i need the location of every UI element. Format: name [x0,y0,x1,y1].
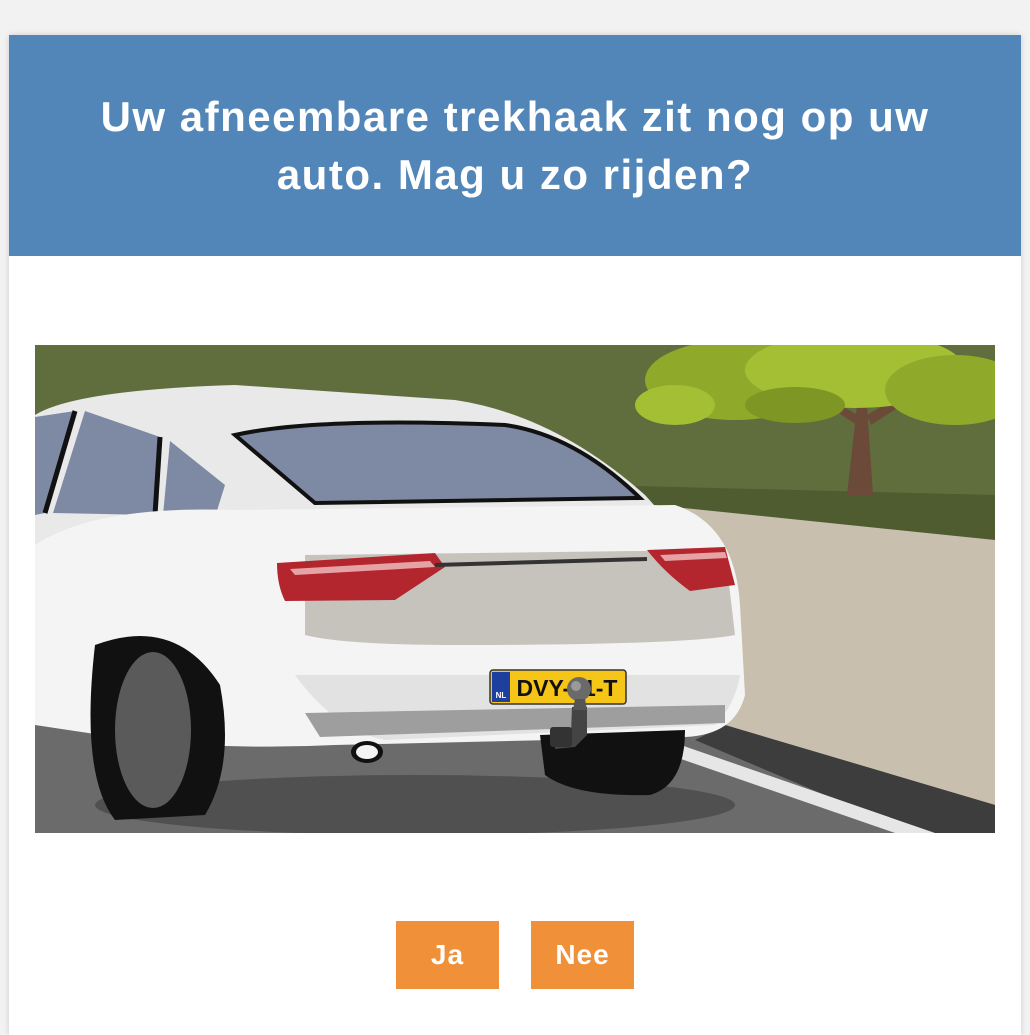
question-header: Uw afneembare trekhaak zit nog op uw aut… [9,35,1021,256]
question-text: Uw afneembare trekhaak zit nog op uw aut… [100,92,930,198]
answer-yes-button[interactable]: Ja [396,921,499,989]
car-towbar-illustration: NL DVY-41-T [35,345,995,833]
plate-country: NL [496,691,507,700]
question-illustration: NL DVY-41-T [35,345,995,833]
license-plate: NL DVY-41-T [489,669,627,705]
answer-options: Ja Nee [9,921,1021,989]
plate-number: DVY-41-T [517,675,618,701]
question-card: Uw afneembare trekhaak zit nog op uw aut… [9,35,1021,1035]
answer-no-button[interactable]: Nee [531,921,634,989]
